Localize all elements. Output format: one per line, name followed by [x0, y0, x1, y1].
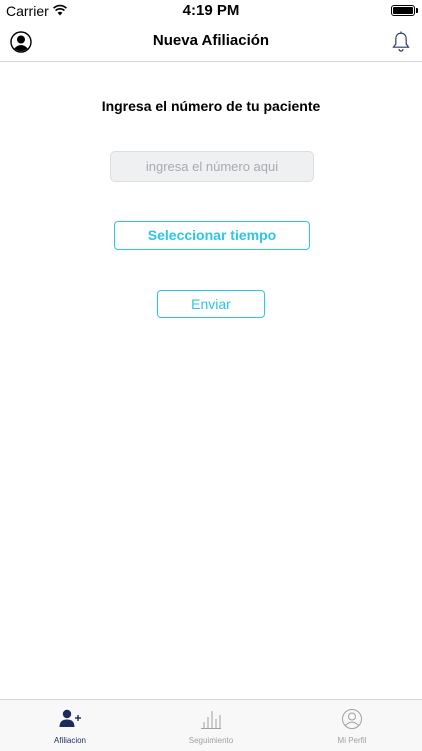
tab-afiliacion[interactable]: Afiliacion: [0, 700, 140, 751]
tab-label-seguimiento: Seguimiento: [188, 736, 234, 745]
clock: 4:19 PM: [182, 2, 240, 19]
status-bar: Carrier 4:19 PM: [0, 0, 422, 22]
tab-label-mi-perfil: Mi Perfil: [337, 736, 367, 745]
patient-number-input[interactable]: [110, 151, 314, 182]
select-time-button[interactable]: Seleccionar tiempo: [114, 221, 310, 250]
tab-mi-perfil[interactable]: Mi Perfil: [282, 700, 422, 751]
bell-icon[interactable]: [391, 31, 411, 53]
add-person-icon: [59, 709, 81, 727]
instruction-text: Ingresa el número de tu paciente: [101, 98, 321, 114]
tab-label-afiliacion: Afiliacion: [53, 736, 86, 745]
profile-icon: [342, 709, 362, 729]
page-title: Nueva Afiliación: [152, 32, 270, 49]
tab-seguimiento[interactable]: Seguimiento: [141, 700, 281, 751]
send-button[interactable]: Enviar: [157, 290, 265, 318]
tab-bar: Afiliacion Seguimiento Mi Perfil: [0, 699, 422, 751]
bar-chart-icon: [201, 711, 221, 729]
navigation-bar: Nueva Afiliación: [0, 22, 422, 62]
battery-icon: [391, 5, 415, 16]
battery-tip: [416, 8, 418, 13]
